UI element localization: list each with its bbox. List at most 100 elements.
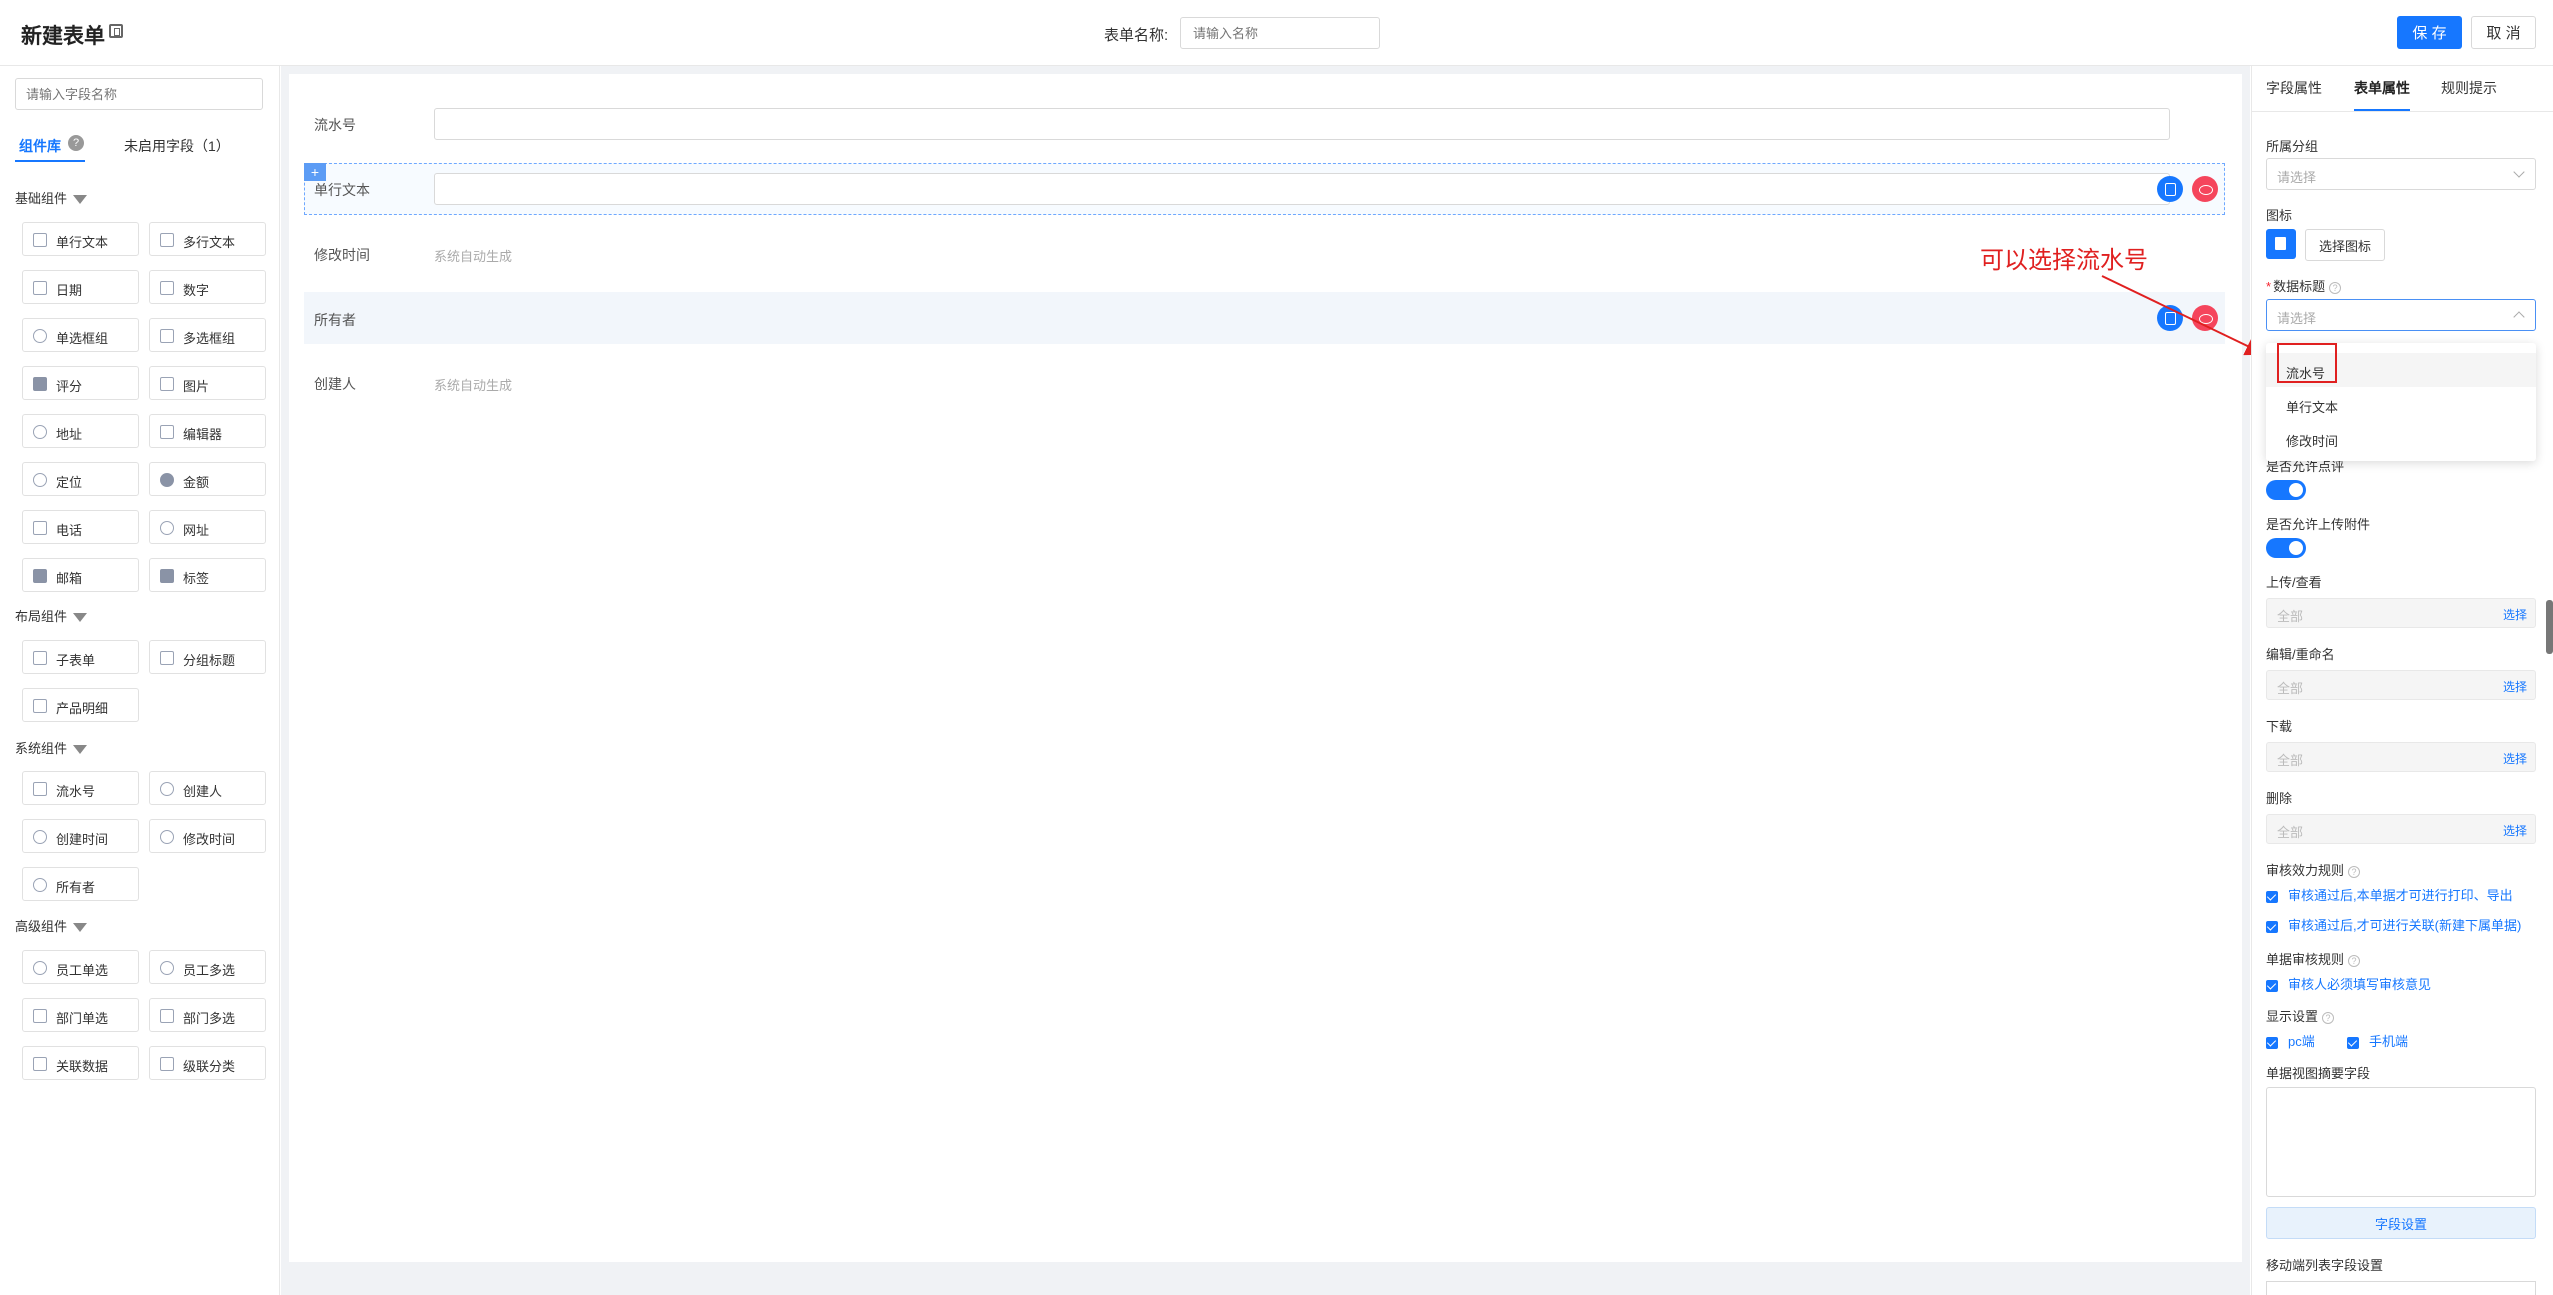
help-icon[interactable]: ? xyxy=(2348,865,2361,878)
dropdown-option-modified-time[interactable]: 修改时间 xyxy=(2266,421,2536,455)
comp-amount[interactable]: 金额 xyxy=(149,462,266,496)
map-pin-icon xyxy=(33,425,47,439)
comp-creator[interactable]: 创建人 xyxy=(149,771,266,805)
scrollbar-thumb[interactable] xyxy=(2546,600,2553,654)
perm-delete-field[interactable]: 全部 选择 xyxy=(2266,814,2536,844)
comp-label: 员工单选 xyxy=(56,963,109,978)
mobile-list-fields-input[interactable] xyxy=(2266,1281,2536,1295)
checkbox-checked-icon xyxy=(2347,1036,2359,1049)
tab-form-properties[interactable]: 表单属性 xyxy=(2354,78,2410,98)
comp-checkbox-group[interactable]: 多选框组 xyxy=(149,318,266,352)
field-search-input[interactable] xyxy=(15,78,263,110)
comp-number[interactable]: 数字 xyxy=(149,270,266,304)
comp-image[interactable]: 图片 xyxy=(149,366,266,400)
dropdown-option-single-text[interactable]: 单行文本 xyxy=(2266,387,2536,421)
display-mobile-checkbox[interactable]: 手机端 xyxy=(2347,1031,2408,1050)
comp-owner[interactable]: 所有者 xyxy=(22,867,139,901)
allow-attachment-toggle[interactable] xyxy=(2266,538,2306,558)
comp-linked-data[interactable]: 关联数据 xyxy=(22,1046,139,1080)
tab-component-library[interactable]: 组件库 xyxy=(19,136,61,156)
field-label-serial: 流水号 xyxy=(314,117,356,133)
display-pc-checkbox[interactable]: pc端 xyxy=(2266,1031,2315,1050)
doc-audit-checkbox[interactable]: 审核人必须填写审核意见 xyxy=(2266,974,2431,993)
copy-icon[interactable] xyxy=(2157,176,2183,202)
comp-tag[interactable]: 标签 xyxy=(149,558,266,592)
copy-icon[interactable] xyxy=(2157,305,2183,331)
comp-email[interactable]: 邮箱 xyxy=(22,558,139,592)
group-select[interactable]: 请选择 xyxy=(2266,158,2536,190)
perm-choose-link[interactable]: 选择 xyxy=(2503,822,2527,839)
group-label: 所属分组 xyxy=(2266,139,2319,154)
comp-serial-number[interactable]: 流水号 xyxy=(22,771,139,805)
comp-address[interactable]: 地址 xyxy=(22,414,139,448)
comp-cascade-category[interactable]: 级联分类 xyxy=(149,1046,266,1080)
comp-editor[interactable]: 编辑器 xyxy=(149,414,266,448)
group-advanced-title[interactable]: 高级组件 xyxy=(15,916,88,935)
group-layout-title[interactable]: 布局组件 xyxy=(15,606,88,625)
perm-choose-link[interactable]: 选择 xyxy=(2503,606,2527,623)
comp-section-title[interactable]: 分组标题 xyxy=(149,640,266,674)
page-title: 新建表单 xyxy=(21,25,105,48)
perm-edit-field[interactable]: 全部 选择 xyxy=(2266,670,2536,700)
clock-edit-icon xyxy=(160,830,174,844)
group-basic-title[interactable]: 基础组件 xyxy=(15,188,88,207)
comp-single-text[interactable]: 单行文本 xyxy=(22,222,139,256)
tab-field-properties[interactable]: 字段属性 xyxy=(2266,78,2322,98)
form-name-input[interactable] xyxy=(1180,17,1380,49)
field-input-single-text[interactable] xyxy=(434,173,2170,205)
comp-location[interactable]: 定位 xyxy=(22,462,139,496)
save-button[interactable]: 保 存 xyxy=(2397,16,2462,49)
group-system-label: 系统组件 xyxy=(15,741,68,756)
tabs-divider xyxy=(2251,111,2553,112)
group-system-title[interactable]: 系统组件 xyxy=(15,738,88,757)
audit-rule-checkbox-print[interactable]: 审核通过后,本单据才可进行打印、导出 xyxy=(2266,885,2513,904)
summary-fields-textarea[interactable] xyxy=(2266,1087,2536,1197)
comp-employee-single[interactable]: 员工单选 xyxy=(22,950,139,984)
audit-rule-label: 审核效力规则? xyxy=(2266,860,2361,879)
comp-dept-multi[interactable]: 部门多选 xyxy=(149,998,266,1032)
comp-date[interactable]: 日期 xyxy=(22,270,139,304)
perm-choose-link[interactable]: 选择 xyxy=(2503,678,2527,695)
comp-subform[interactable]: 子表单 xyxy=(22,640,139,674)
org-icon xyxy=(160,1009,174,1023)
perm-download-field[interactable]: 全部 选择 xyxy=(2266,742,2536,772)
eye-icon[interactable] xyxy=(2192,305,2218,331)
comp-label: 图片 xyxy=(183,379,210,394)
help-icon[interactable]: ? xyxy=(68,135,84,151)
tab-unused-fields[interactable]: 未启用字段（1） xyxy=(124,136,230,156)
audit-rule-checkbox-link[interactable]: 审核通过后,才可进行关联(新建下属单据) xyxy=(2266,915,2521,934)
perm-choose-link[interactable]: 选择 xyxy=(2503,750,2527,767)
comp-modified-time[interactable]: 修改时间 xyxy=(149,819,266,853)
layout-toggle-icon[interactable] xyxy=(109,24,123,38)
eye-icon[interactable] xyxy=(2192,176,2218,202)
field-input-serial[interactable] xyxy=(434,108,2170,140)
help-icon[interactable]: ? xyxy=(2348,954,2361,967)
annotation-highlight-box xyxy=(2277,343,2337,383)
form-icon-preview[interactable] xyxy=(2266,229,2296,259)
perm-upload-field[interactable]: 全部 选择 xyxy=(2266,598,2536,628)
comp-rating[interactable]: 评分 xyxy=(22,366,139,400)
comp-created-time[interactable]: 创建时间 xyxy=(22,819,139,853)
comp-multi-text[interactable]: 多行文本 xyxy=(149,222,266,256)
comp-label: 子表单 xyxy=(56,653,96,668)
comp-radio-group[interactable]: 单选框组 xyxy=(22,318,139,352)
org-icon xyxy=(33,1009,47,1023)
comp-employee-multi[interactable]: 员工多选 xyxy=(149,950,266,984)
field-settings-button[interactable]: 字段设置 xyxy=(2266,1207,2536,1239)
comp-product-detail[interactable]: 产品明细 xyxy=(22,688,139,722)
help-icon[interactable]: ? xyxy=(2329,281,2342,294)
tab-rule-tips[interactable]: 规则提示 xyxy=(2441,78,2497,98)
hovered-field-row[interactable] xyxy=(304,292,2225,344)
calendar-icon xyxy=(33,281,47,295)
allow-comment-toggle[interactable] xyxy=(2266,480,2306,500)
help-icon[interactable]: ? xyxy=(2322,1011,2335,1024)
comp-dept-single[interactable]: 部门单选 xyxy=(22,998,139,1032)
drag-handle-icon[interactable]: + xyxy=(304,163,326,181)
data-title-select[interactable]: 请选择 xyxy=(2266,299,2536,331)
text-field-icon xyxy=(33,233,47,247)
cancel-button[interactable]: 取 消 xyxy=(2471,16,2536,49)
choose-icon-button[interactable]: 选择图标 xyxy=(2305,229,2385,261)
comp-phone[interactable]: 电话 xyxy=(22,510,139,544)
comp-url[interactable]: 网址 xyxy=(149,510,266,544)
doc-audit-text: 单据审核规则 xyxy=(2266,952,2345,967)
